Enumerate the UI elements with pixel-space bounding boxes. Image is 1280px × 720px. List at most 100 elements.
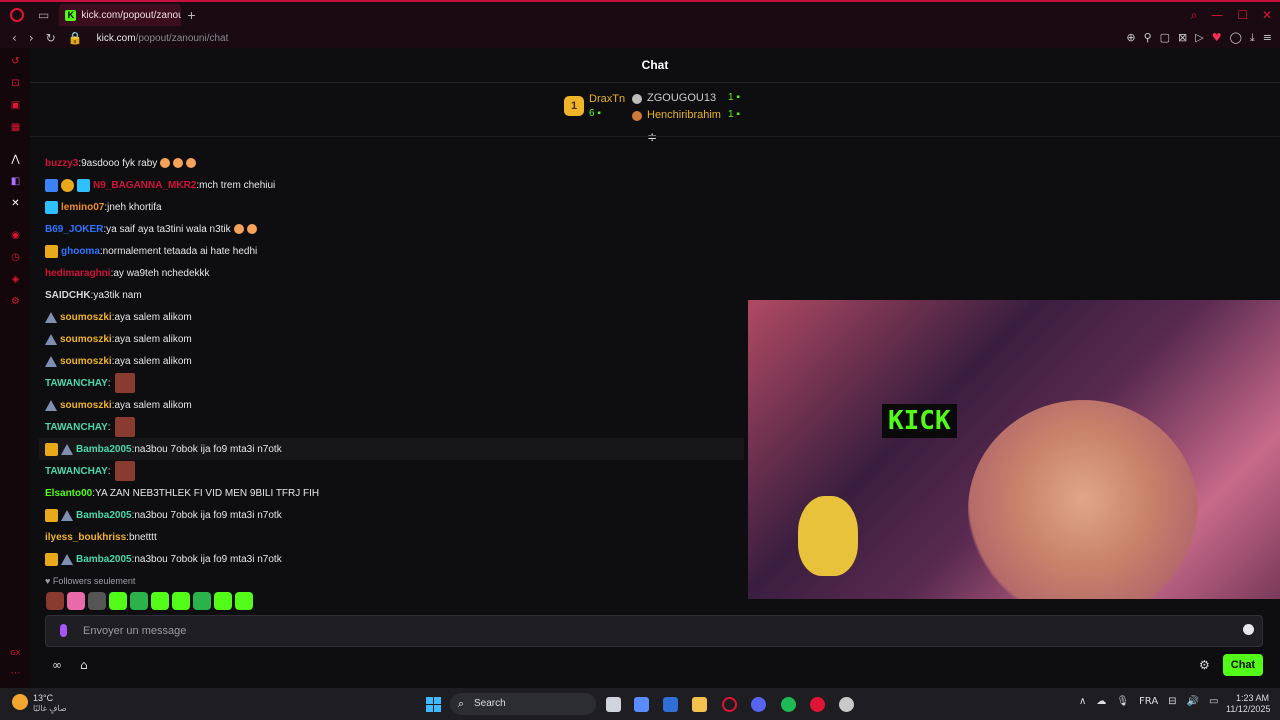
cloud-icon[interactable]: ☁: [1096, 696, 1106, 707]
mic-icon[interactable]: [60, 624, 67, 637]
emote-button[interactable]: [151, 592, 169, 610]
emote-button[interactable]: [130, 592, 148, 610]
kick-favicon-icon: K: [65, 9, 77, 21]
chat-username[interactable]: hedimaraghni: [45, 268, 111, 279]
app-icon[interactable]: [839, 697, 854, 712]
chat-text: na3bou 7obok ija fo9 mta3i n7otk: [134, 553, 282, 565]
search-tabs-icon[interactable]: ⌕: [1190, 8, 1197, 23]
chat-username[interactable]: TAWANCHAY: [45, 378, 108, 389]
chat-username[interactable]: Bamba2005: [76, 510, 132, 521]
history-icon[interactable]: ◉: [10, 230, 21, 241]
maximize-icon[interactable]: ☐: [1237, 8, 1248, 23]
store-app-icon[interactable]: [663, 697, 678, 712]
laugh-emote-icon: [173, 158, 184, 168]
points-icon[interactable]: ∞: [52, 658, 62, 672]
x-icon[interactable]: ✕: [10, 198, 21, 209]
task-view-icon[interactable]: [606, 697, 621, 712]
kick-app-icon[interactable]: ⋀: [10, 154, 21, 165]
discord-icon[interactable]: [751, 697, 766, 712]
extensions-icon[interactable]: ◈: [10, 274, 21, 285]
clock-time[interactable]: 1:23 AM: [1236, 693, 1269, 703]
aria-icon[interactable]: ↺: [10, 56, 21, 67]
opera-app-icon[interactable]: [722, 697, 737, 712]
message-input[interactable]: Envoyer un message: [45, 615, 1263, 647]
emote-button[interactable]: [109, 592, 127, 610]
snapshot-icon[interactable]: ▢: [1160, 31, 1170, 45]
opera-logo-icon[interactable]: [10, 8, 24, 22]
chat-username[interactable]: ilyess_boukhriss: [45, 532, 126, 543]
chat-username[interactable]: soumoszki: [60, 400, 112, 411]
menu-icon[interactable]: ≡: [1263, 31, 1272, 45]
settings-icon[interactable]: ⚙: [10, 296, 21, 307]
reload-icon[interactable]: ↻: [46, 31, 56, 45]
chat-username[interactable]: soumoszki: [60, 356, 112, 367]
chat-username[interactable]: ghooma: [61, 246, 100, 257]
chat-username[interactable]: soumoszki: [60, 334, 112, 345]
twitch-icon[interactable]: ◧: [10, 176, 21, 187]
account-icon[interactable]: ◯: [1230, 31, 1242, 45]
chat-username[interactable]: lemino07: [61, 202, 104, 213]
clock-date[interactable]: 11/12/2025: [1226, 704, 1270, 714]
heart-icon[interactable]: ♥: [1212, 31, 1222, 45]
zoom-icon[interactable]: ⊕: [1126, 31, 1135, 45]
browser-tab[interactable]: K kick.com/popout/zanouni: [59, 4, 182, 26]
opera-gx-icon[interactable]: [810, 697, 825, 712]
messenger-icon[interactable]: ▣: [10, 100, 21, 111]
back-icon[interactable]: ‹: [12, 31, 17, 45]
chat-username[interactable]: buzzy3: [45, 158, 78, 169]
start-icon[interactable]: [426, 697, 441, 712]
gx-icon[interactable]: GX: [10, 648, 21, 659]
spotify-icon[interactable]: [781, 697, 796, 712]
chat-username[interactable]: SAIDCHK: [45, 290, 91, 301]
chat-username[interactable]: N9_BAGANNA_MKR2: [93, 180, 196, 191]
download-icon[interactable]: ⤓: [1250, 31, 1255, 45]
expand-leaderboard-icon[interactable]: ≑: [647, 130, 657, 144]
chat-username[interactable]: soumoszki: [60, 312, 112, 323]
leader-name[interactable]: ZGOUGOU13: [647, 92, 716, 104]
forward-icon[interactable]: ›: [29, 31, 34, 45]
emote-button[interactable]: [214, 592, 232, 610]
emote-button[interactable]: [193, 592, 211, 610]
emote-button[interactable]: [46, 592, 64, 610]
chat-username[interactable]: Bamba2005: [76, 554, 132, 565]
volume-icon[interactable]: 🔊: [1187, 696, 1199, 707]
weather-icon[interactable]: [12, 694, 28, 710]
taskbar-search[interactable]: ⌕ Search: [450, 693, 596, 715]
chat-username[interactable]: Bamba2005: [76, 444, 132, 455]
chat-username[interactable]: TAWANCHAY: [45, 466, 108, 477]
leader-name[interactable]: Henchiribrahim: [647, 109, 721, 121]
minimize-icon[interactable]: —: [1211, 8, 1223, 23]
chat-username[interactable]: B69_JOKER: [45, 224, 103, 235]
close-icon[interactable]: ✕: [1262, 8, 1272, 23]
mic-tray-icon[interactable]: 🎙: [1116, 696, 1129, 707]
language[interactable]: FRA: [1139, 696, 1158, 707]
chevron-up-icon[interactable]: ∧: [1079, 696, 1086, 707]
pin-icon[interactable]: ⚲: [1144, 31, 1152, 45]
emote-button[interactable]: [235, 592, 253, 610]
copilot-icon[interactable]: [634, 697, 649, 712]
shopping-icon[interactable]: ⊡: [10, 78, 21, 89]
emoji-icon[interactable]: [1243, 624, 1254, 635]
emote-button[interactable]: [67, 592, 85, 610]
player-icon[interactable]: ▦: [10, 122, 21, 133]
tab-islands-icon[interactable]: ▭: [38, 8, 49, 22]
leader-name[interactable]: DraxTn: [589, 93, 625, 105]
clock-icon[interactable]: ◷: [10, 252, 21, 263]
network-icon[interactable]: ⊟: [1168, 696, 1176, 707]
url-field[interactable]: kick.com/popout/zanouni/chat: [97, 33, 229, 44]
new-tab-button[interactable]: +: [187, 7, 195, 23]
more-icon[interactable]: ⋯: [10, 668, 21, 679]
battery-icon[interactable]: ▭: [1209, 696, 1218, 707]
play-icon[interactable]: ▷: [1195, 31, 1203, 45]
chat-username[interactable]: TAWANCHAY: [45, 422, 108, 433]
vpn-icon[interactable]: ⊠: [1178, 31, 1187, 45]
emote-button[interactable]: [172, 592, 190, 610]
chat-message: TAWANCHAY:: [45, 460, 745, 482]
crown-badge-icon: [45, 442, 58, 456]
file-explorer-icon[interactable]: [692, 697, 707, 712]
chat-username[interactable]: Elsanto00: [45, 488, 92, 499]
emote-button[interactable]: [88, 592, 106, 610]
send-chat-button[interactable]: Chat: [1223, 654, 1263, 676]
chat-settings-icon[interactable]: ⚙: [1199, 658, 1210, 672]
store-icon[interactable]: ⌂: [80, 658, 88, 672]
